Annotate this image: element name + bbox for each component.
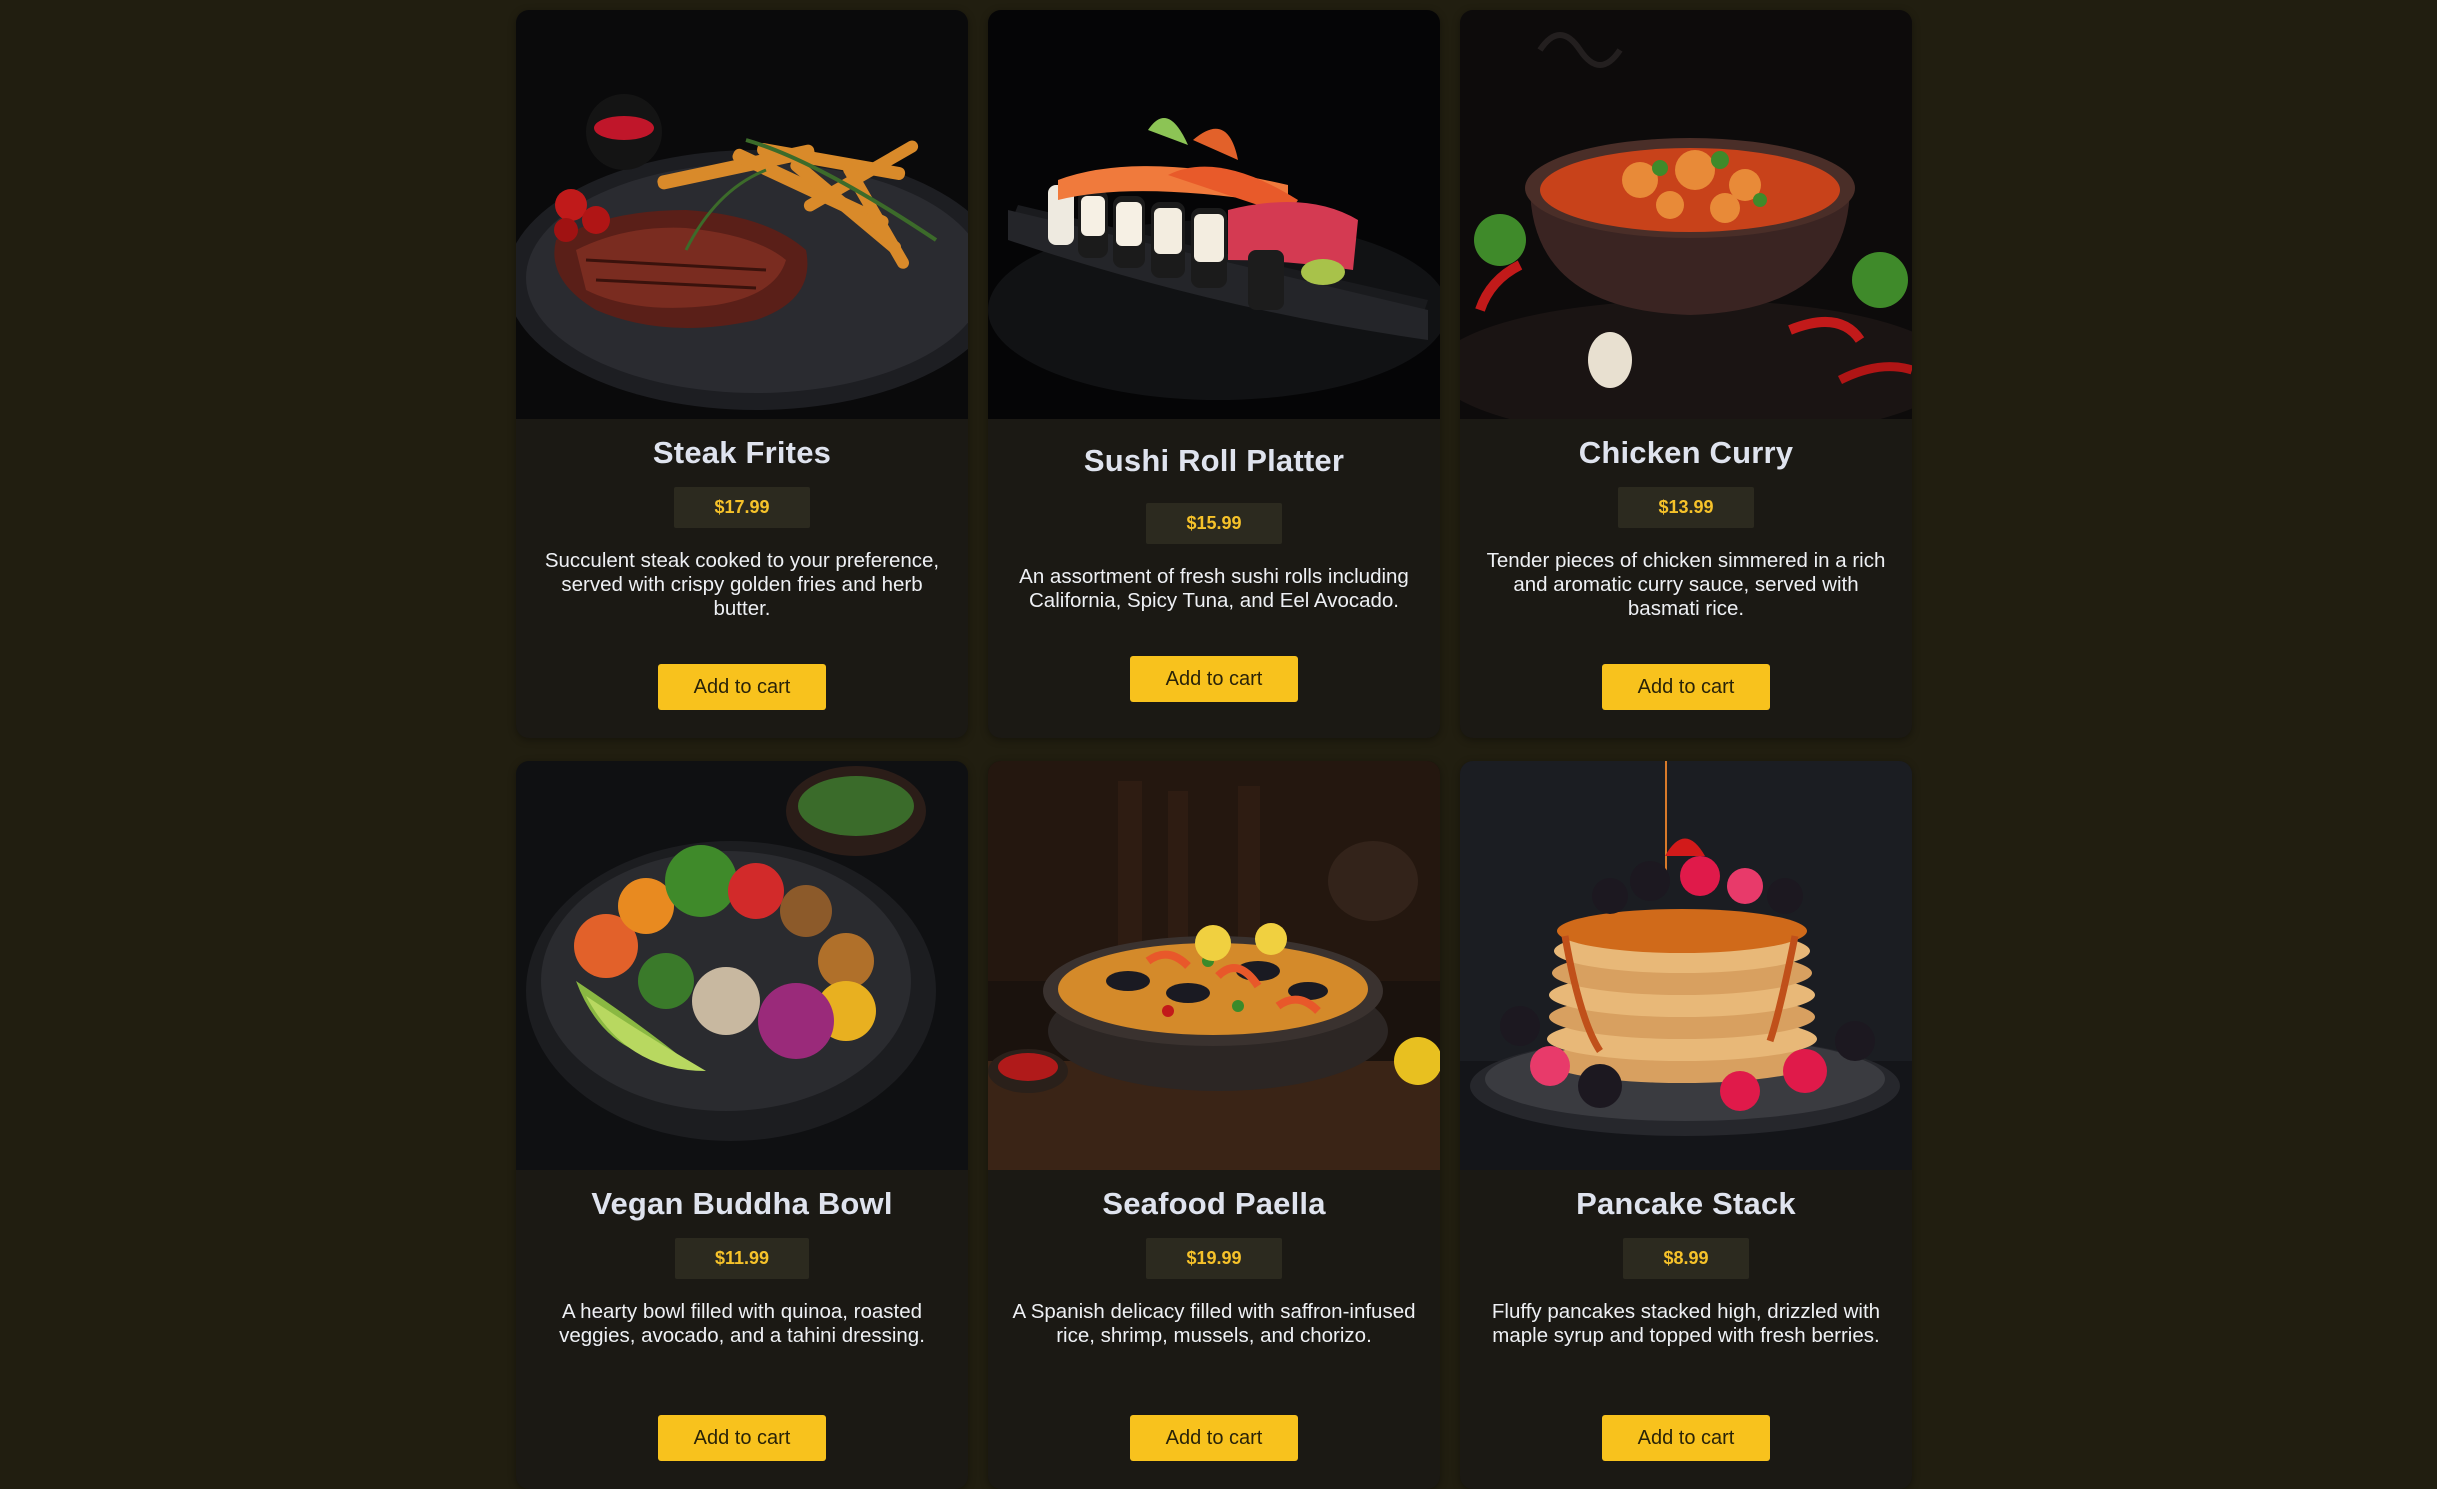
price-badge: $11.99: [674, 1238, 810, 1279]
item-description: A hearty bowl filled with quinoa, roaste…: [559, 1300, 925, 1347]
item-title: Steak Frites: [652, 435, 832, 470]
add-to-cart-button[interactable]: Add to cart: [1130, 1415, 1298, 1461]
price-badge: $19.99: [1146, 1238, 1282, 1279]
price-badge: $8.99: [1623, 1238, 1749, 1279]
menu-card-seafood-paella: Seafood Paella $19.99 A Spanish delicacy…: [988, 761, 1440, 1489]
price-badge: $15.99: [1146, 503, 1282, 544]
item-description: A Spanish delicacy filled with saffron-i…: [1012, 1300, 1416, 1347]
buddha-bowl-photo: [516, 761, 968, 1170]
steak-frites-photo: [516, 10, 968, 419]
menu-card-pancake-stack: Pancake Stack $8.99 Fluffy pancakes stac…: [1460, 761, 1912, 1489]
item-description: Tender pieces of chicken simmered in a r…: [1486, 549, 1886, 620]
item-description: Succulent steak cooked to your preferenc…: [544, 549, 940, 620]
item-description: Fluffy pancakes stacked high, drizzled w…: [1491, 1300, 1881, 1347]
menu-card-steak-frites: Steak Frites $17.99 Succulent steak cook…: [516, 10, 968, 738]
menu-card-sushi-roll-platter: Sushi Roll Platter $15.99 An assortment …: [988, 10, 1440, 738]
item-description: An assortment of fresh sushi rolls inclu…: [1019, 565, 1409, 612]
item-title: Sushi Roll Platter: [1083, 443, 1345, 478]
price-badge: $17.99: [674, 487, 810, 528]
add-to-cart-button[interactable]: Add to cart: [1602, 664, 1770, 710]
item-title: Chicken Curry: [1578, 435, 1794, 470]
item-title: Pancake Stack: [1576, 1186, 1796, 1221]
add-to-cart-button[interactable]: Add to cart: [658, 664, 826, 710]
item-title: Seafood Paella: [1102, 1186, 1326, 1221]
menu-card-vegan-buddha-bowl: Vegan Buddha Bowl $11.99 A hearty bowl f…: [516, 761, 968, 1489]
add-to-cart-button[interactable]: Add to cart: [1602, 1415, 1770, 1461]
add-to-cart-button[interactable]: Add to cart: [658, 1415, 826, 1461]
item-title: Vegan Buddha Bowl: [591, 1186, 893, 1221]
add-to-cart-button[interactable]: Add to cart: [1130, 656, 1298, 702]
menu-grid: Steak Frites $17.99 Succulent steak cook…: [516, 10, 1912, 1489]
menu-card-chicken-curry: Chicken Curry $13.99 Tender pieces of ch…: [1460, 10, 1912, 738]
pancake-stack-photo: [1460, 761, 1912, 1170]
sushi-platter-photo: [988, 10, 1440, 419]
chicken-curry-photo: [1460, 10, 1912, 419]
price-badge: $13.99: [1618, 487, 1754, 528]
paella-photo: [988, 761, 1440, 1170]
